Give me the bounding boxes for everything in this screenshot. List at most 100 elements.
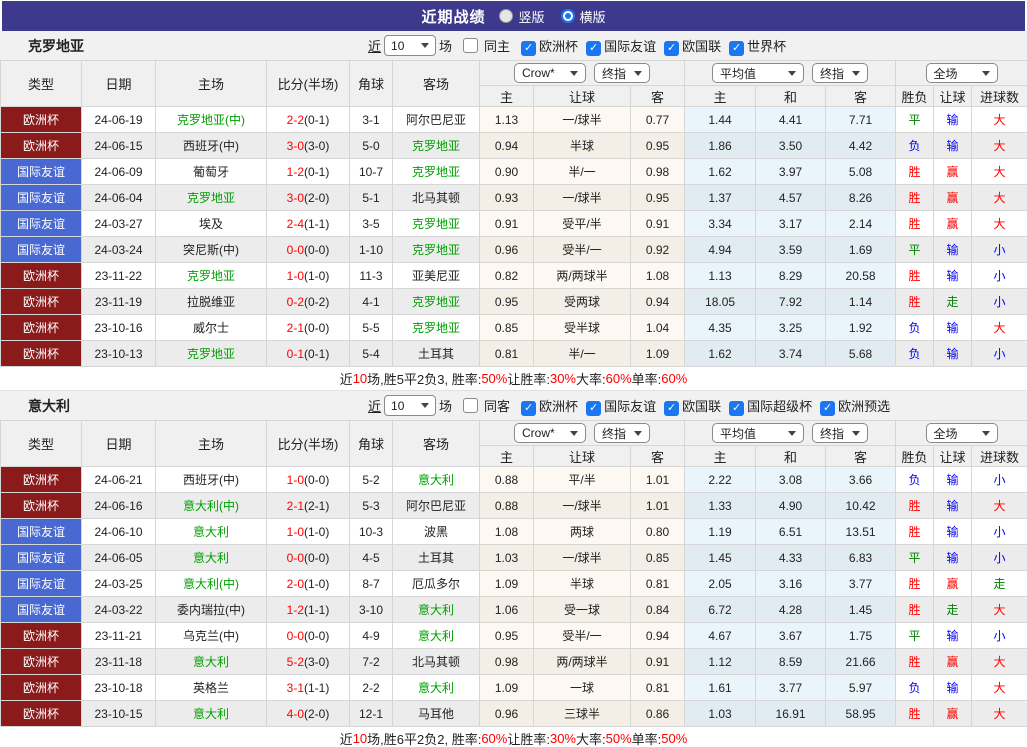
odds-source-select[interactable]: Crow* bbox=[514, 423, 587, 443]
avg-time-select[interactable]: 终指 bbox=[812, 423, 869, 443]
league-cell: 国际友谊 bbox=[0, 544, 82, 571]
league-cell: 欧洲杯 bbox=[0, 288, 82, 315]
table-row: 欧洲杯 24-06-15 西班牙(中) 3-0(3-0) 5-0 克罗地亚 0.… bbox=[0, 132, 1027, 159]
handicap-cell: 平/半 bbox=[533, 466, 631, 493]
same-venue-checkbox[interactable] bbox=[463, 38, 479, 53]
score-cell: 3-0(3-0) bbox=[266, 132, 350, 159]
scope-select[interactable]: 全场 bbox=[925, 63, 998, 83]
score-cell: 2-1(0-0) bbox=[266, 314, 350, 341]
goals-result-cell: 小 bbox=[971, 262, 1027, 289]
away-team-cell: 意大利 bbox=[392, 596, 480, 623]
let-result-cell: 输 bbox=[933, 340, 973, 367]
handicap-cell: 半/一 bbox=[533, 340, 631, 367]
league-checkbox[interactable]: ✓ bbox=[521, 400, 537, 416]
away-odds-cell: 0.81 bbox=[629, 570, 686, 597]
home-team-cell: 克罗地亚 bbox=[155, 340, 267, 367]
avg-draw-cell: 4.57 bbox=[755, 184, 827, 211]
avg-source-select[interactable]: 平均值 bbox=[712, 423, 805, 443]
league-checkbox[interactable]: ✓ bbox=[729, 400, 745, 416]
avg-away-cell: 13.51 bbox=[825, 518, 897, 545]
goals-result-cell: 小 bbox=[971, 544, 1027, 571]
score-cell: 1-0(1-0) bbox=[266, 518, 350, 545]
league-checkbox[interactable]: ✓ bbox=[586, 400, 602, 416]
home-team-cell: 英格兰 bbox=[155, 674, 267, 701]
odds-source-select[interactable]: Crow* bbox=[514, 63, 587, 83]
odds-time-select[interactable]: 终指 bbox=[594, 63, 651, 83]
score-cell: 1-2(1-1) bbox=[266, 596, 350, 623]
radio-vertical-layout[interactable]: 竖版 bbox=[499, 7, 545, 26]
match-count-select[interactable]: 10 bbox=[384, 35, 437, 56]
radio-circle-icon[interactable] bbox=[499, 9, 514, 23]
away-team-cell: 克罗地亚 bbox=[392, 314, 480, 341]
score-cell: 4-0(2-0) bbox=[266, 700, 350, 727]
avg-draw-cell: 3.74 bbox=[755, 340, 827, 367]
league-checkbox[interactable]: ✓ bbox=[586, 40, 602, 56]
league-cell: 国际友谊 bbox=[0, 158, 82, 185]
avg-away-cell: 8.26 bbox=[825, 184, 897, 211]
corner-cell: 5-5 bbox=[349, 314, 393, 341]
league-checkbox-list: ✓ 欧洲杯 ✓ 国际友谊 ✓ 欧国联 ✓ 国际超级杯 ✓ 欧洲预选 bbox=[513, 396, 890, 416]
corner-cell: 3-10 bbox=[349, 596, 393, 623]
col-home: 主场 bbox=[155, 420, 267, 467]
table-row: 欧洲杯 24-06-16 意大利(中) 2-1(2-1) 5-3 阿尔巴尼亚 0… bbox=[0, 492, 1027, 519]
goals-result-cell: 小 bbox=[971, 622, 1027, 649]
match-count-select[interactable]: 10 bbox=[384, 395, 437, 416]
summary-text: 让胜率: bbox=[507, 732, 550, 747]
radio-horizontal-layout[interactable]: 横版 bbox=[560, 7, 606, 26]
avg-time-select[interactable]: 终指 bbox=[812, 63, 869, 83]
avg-home-cell: 4.94 bbox=[684, 236, 757, 263]
odds-time-select[interactable]: 终指 bbox=[594, 423, 651, 443]
same-venue-checkbox[interactable] bbox=[463, 398, 479, 413]
avg-away-cell: 58.95 bbox=[825, 700, 897, 727]
league-checkbox[interactable]: ✓ bbox=[664, 40, 680, 56]
table-row: 国际友谊 24-03-27 埃及 2-4(1-1) 3-5 克罗地亚 0.91 … bbox=[0, 210, 1027, 237]
chevron-down-icon bbox=[981, 70, 990, 76]
date-cell: 24-06-09 bbox=[81, 158, 156, 185]
section-croatia: 克罗地亚 近 10 场 同主 ✓欧洲杯✓国际友谊✓欧国联✓世界杯 bbox=[0, 31, 1027, 391]
league-checkbox[interactable]: ✓ bbox=[729, 40, 745, 56]
date-cell: 24-03-24 bbox=[81, 236, 156, 263]
league-cell: 国际友谊 bbox=[0, 570, 82, 597]
league-checkbox[interactable]: ✓ bbox=[521, 40, 537, 56]
radio-selected-icon[interactable] bbox=[560, 9, 575, 23]
avg-away-cell: 20.58 bbox=[825, 262, 897, 289]
corner-cell: 5-0 bbox=[349, 132, 393, 159]
let-result-cell: 输 bbox=[933, 544, 973, 571]
score-cell: 3-0(2-0) bbox=[266, 184, 350, 211]
handicap-cell: 受一球 bbox=[533, 596, 631, 623]
date-cell: 24-06-15 bbox=[81, 132, 156, 159]
corner-cell: 4-1 bbox=[349, 288, 393, 315]
league-checkbox-label: 欧国联 bbox=[682, 38, 722, 54]
league-checkbox[interactable]: ✓ bbox=[820, 400, 836, 416]
team-record-table: 类型 日期 主场 比分(半场) 角球 客场 Crow* 终指 平均值 终指 全场… bbox=[0, 60, 1027, 367]
away-team-cell: 克罗地亚 bbox=[392, 158, 480, 185]
result-cell: 胜 bbox=[895, 492, 935, 519]
filter-row: 意大利 近 10 场 同客 ✓ 欧洲杯 ✓ 国际友谊 ✓ 欧国联 ✓ 国际超级杯 ✓ 欧洲预选 bbox=[0, 391, 1027, 420]
goals-result-cell: 小 bbox=[971, 518, 1027, 545]
col-home-odds: 主 bbox=[479, 445, 534, 467]
league-checkbox-label: 欧洲杯 bbox=[539, 38, 579, 54]
league-checkbox[interactable]: ✓ bbox=[664, 400, 680, 416]
avg-draw-cell: 3.67 bbox=[755, 622, 827, 649]
col-type: 类型 bbox=[0, 60, 82, 107]
corner-cell: 1-10 bbox=[349, 236, 393, 263]
chevron-down-icon bbox=[852, 70, 861, 76]
near-label: 近 bbox=[368, 39, 382, 54]
scope-header: 全场 bbox=[895, 60, 1027, 86]
same-venue-label: 同客 bbox=[484, 399, 511, 414]
avg-home-cell: 1.44 bbox=[684, 106, 757, 133]
league-cell: 国际友谊 bbox=[0, 518, 82, 545]
date-cell: 24-06-16 bbox=[81, 492, 156, 519]
result-cell: 平 bbox=[895, 544, 935, 571]
home-team-cell: 威尔士 bbox=[155, 314, 267, 341]
goals-result-cell: 大 bbox=[971, 674, 1027, 701]
avg-source-select[interactable]: 平均值 bbox=[712, 63, 805, 83]
date-cell: 23-10-16 bbox=[81, 314, 156, 341]
away-team-cell: 土耳其 bbox=[392, 544, 480, 571]
home-odds-cell: 0.90 bbox=[479, 158, 534, 185]
goals-result-cell: 大 bbox=[971, 492, 1027, 519]
score-cell: 2-4(1-1) bbox=[266, 210, 350, 237]
scope-select[interactable]: 全场 bbox=[925, 423, 998, 443]
date-cell: 24-06-04 bbox=[81, 184, 156, 211]
avg-away-cell: 21.66 bbox=[825, 648, 897, 675]
